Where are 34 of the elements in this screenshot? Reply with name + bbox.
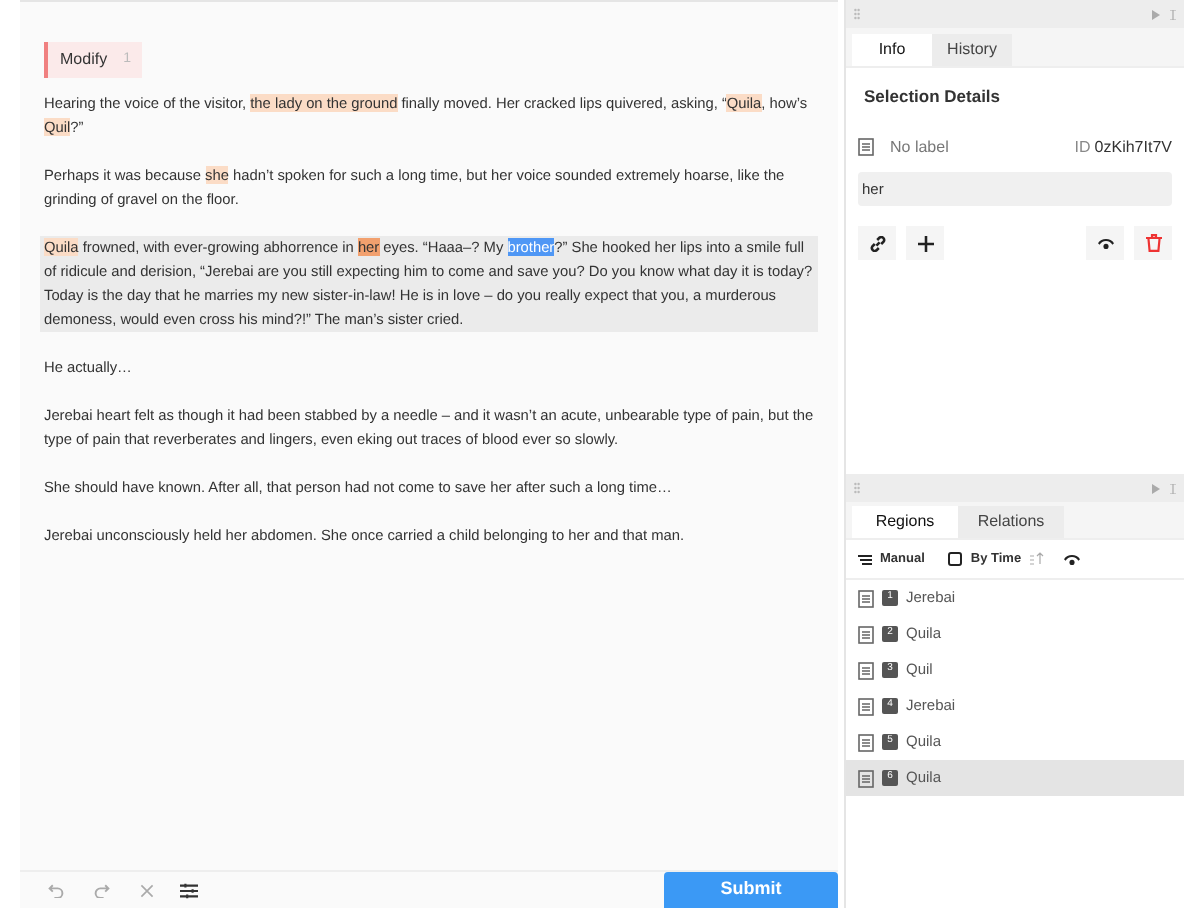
link-button[interactable] — [858, 226, 896, 260]
trash-icon — [1145, 234, 1161, 252]
link-icon — [869, 235, 885, 251]
panel-controls-icon[interactable] — [1152, 9, 1176, 19]
text-region-icon — [858, 625, 874, 643]
panel-controls-icon[interactable] — [1152, 483, 1176, 493]
undo-icon[interactable] — [48, 882, 64, 898]
add-button[interactable] — [906, 226, 944, 260]
label-text: No label — [890, 135, 949, 160]
text-region-icon — [858, 589, 874, 607]
section-title: Selection Details — [862, 84, 1003, 110]
tab[interactable]: Regions — [852, 506, 958, 538]
text-region-icon — [858, 733, 874, 751]
tab[interactable]: History — [932, 34, 1012, 66]
eye-icon — [1097, 237, 1113, 249]
tab[interactable]: Info — [852, 34, 932, 66]
plus-icon — [917, 235, 933, 251]
grip-icon[interactable] — [854, 482, 860, 494]
text-region-icon — [858, 697, 874, 715]
text-label-icon — [858, 138, 874, 157]
visibility-button[interactable] — [1086, 226, 1124, 260]
sort-icon — [858, 553, 872, 565]
text-region-icon — [858, 661, 874, 679]
delete-button[interactable] — [1134, 226, 1172, 260]
settings-icon[interactable] — [180, 881, 198, 899]
visibility-icon[interactable] — [1063, 553, 1080, 565]
sort-direction-icon[interactable] — [1029, 552, 1044, 566]
text-region-icon — [858, 769, 874, 787]
id-label: ID — [1074, 135, 1091, 160]
redo-icon[interactable] — [94, 882, 110, 898]
id-value: 0zKih7It7V — [1094, 135, 1172, 160]
tab[interactable]: Relations — [958, 506, 1064, 538]
close-icon[interactable] — [140, 883, 154, 897]
grip-icon[interactable] — [854, 8, 860, 20]
